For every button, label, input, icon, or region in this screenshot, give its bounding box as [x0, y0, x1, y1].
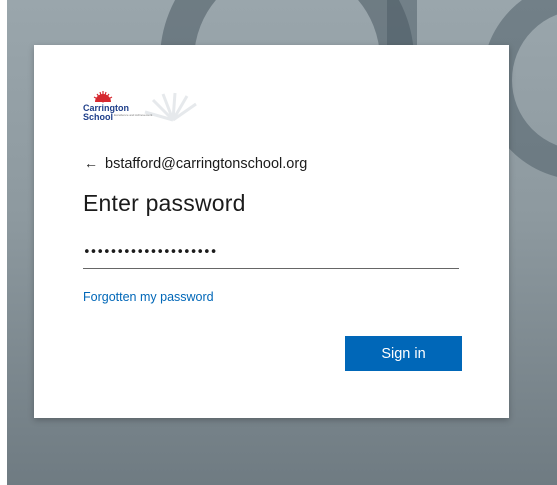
school-logo: Carrington School Excellence and Achieve… — [83, 90, 203, 126]
password-input[interactable] — [83, 236, 459, 269]
logo-tagline: Excellence and Achievement — [114, 113, 153, 117]
sign-in-button[interactable]: Sign in — [345, 336, 462, 371]
sign-in-card: Carrington School Excellence and Achieve… — [34, 45, 509, 418]
identity-banner[interactable]: ← bstafford@carringtonschool.org — [84, 155, 307, 172]
arrow-left-icon[interactable]: ← — [84, 155, 98, 171]
page-title: Enter password — [83, 190, 246, 216]
user-email: bstafford@carringtonschool.org — [105, 156, 308, 172]
forgot-password-link[interactable]: Forgotten my password — [83, 290, 214, 304]
